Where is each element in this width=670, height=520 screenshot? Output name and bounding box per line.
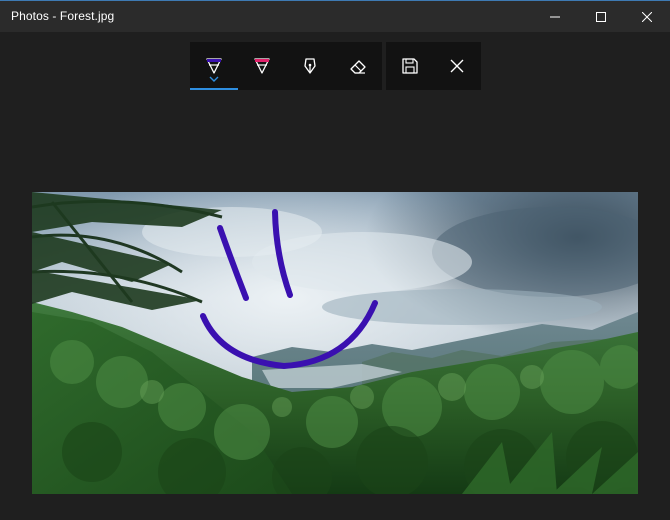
photo-canvas[interactable] [32,192,638,494]
forest-photo[interactable] [32,192,638,494]
pencil-icon [254,58,270,74]
eraser-tool[interactable] [334,42,382,90]
pencil-tool[interactable] [238,42,286,90]
photos-app-window: Photos - Forest.jpg [0,0,670,520]
ink-tools-group [190,42,382,90]
ballpoint-pen-icon [206,58,222,74]
maximize-icon [596,11,606,22]
close-ink-button[interactable] [434,42,482,90]
title-bar: Photos - Forest.jpg [0,1,670,32]
eraser-icon [350,60,366,74]
ballpoint-pen-tool[interactable] [190,42,238,90]
save-button[interactable] [386,42,434,90]
minimize-icon [550,16,560,17]
ink-actions-group [386,42,481,90]
window-close-button[interactable] [624,1,670,32]
save-icon [402,58,418,74]
close-icon [450,59,464,73]
chevron-down-icon [209,76,219,82]
calligraphy-pen-icon [304,58,316,74]
minimize-button[interactable] [532,1,578,32]
window-title: Photos - Forest.jpg [11,9,115,23]
maximize-button[interactable] [578,1,624,32]
calligraphy-pen-tool[interactable] [286,42,334,90]
close-icon [642,11,652,22]
